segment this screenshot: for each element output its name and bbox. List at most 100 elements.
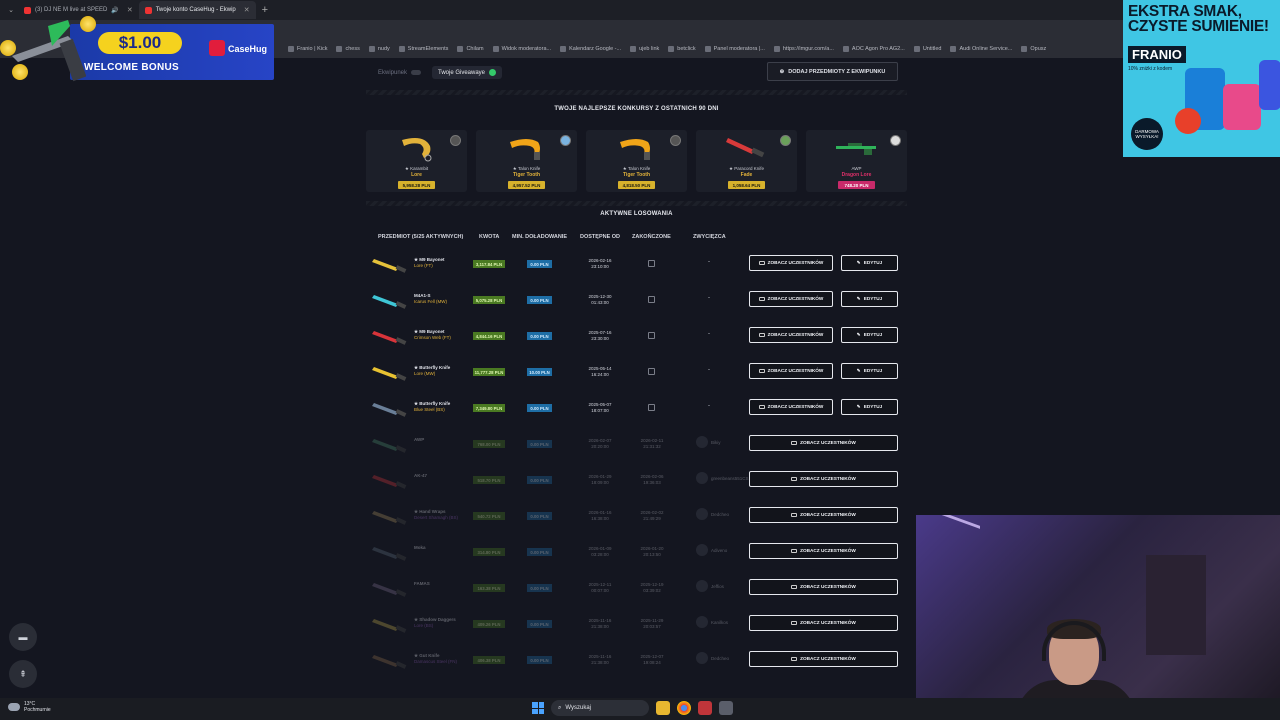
- tab-equipment[interactable]: Ekwipunek: [372, 66, 427, 79]
- bookmark-item[interactable]: Panel moderatora |...: [704, 46, 765, 52]
- item-name: M4A1-S Icarus Fell (MW): [414, 293, 447, 304]
- winner: Kanilkos: [696, 616, 728, 628]
- bookmark-item[interactable]: Widok moderatora...: [492, 46, 551, 52]
- amount-badge: 540.72 PLN: [473, 512, 505, 520]
- winner: -: [708, 367, 710, 373]
- table-header: PRZEDMIOT (5/25 AKTYWNYCH) KWOTA MIN. DO…: [366, 234, 907, 244]
- winner: Adiveno: [696, 544, 727, 556]
- ended-checkbox[interactable]: [648, 368, 655, 375]
- edit-button[interactable]: ✎ EDYTUJ: [841, 255, 898, 271]
- best-contest-card[interactable]: ★ Paracord Knife Fade 1,058.64 PLN: [696, 130, 797, 192]
- karambit-knife-icon: [402, 138, 432, 162]
- avatar: [696, 616, 708, 628]
- neon-light: [920, 515, 980, 596]
- item-name: Moka: [414, 545, 426, 550]
- edit-button[interactable]: ✎ EDYTUJ: [841, 291, 898, 307]
- folder-icon: [457, 46, 464, 52]
- min-deposit-badge: 0.00 PLN: [527, 440, 552, 448]
- bookmark-item[interactable]: chess: [336, 46, 360, 52]
- avatar: [696, 508, 708, 520]
- table-row: ★ Gut Knife Damascus Steel (FN) 406.38 PLN…: [366, 646, 907, 678]
- min-deposit-badge: 0.00 PLN: [527, 548, 552, 556]
- bookmark-item[interactable]: Audi Online Service...: [950, 46, 1012, 52]
- best-item-name: Tiger Tooth: [512, 172, 541, 178]
- users-icon: [758, 297, 765, 301]
- add-items-button[interactable]: ⊕ DODAJ PRZEDMIOTY Z EKWIPUNKU: [767, 62, 898, 81]
- weapon-skin-icon: [372, 331, 407, 345]
- bookmark-item[interactable]: Franio | Kick: [288, 46, 327, 52]
- table-row: Moka 314.80 PLN 0.00 PLN 2026-01-09 03:28:00…: [366, 538, 907, 570]
- file-explorer-icon[interactable]: [656, 701, 670, 715]
- winner: -: [708, 295, 710, 301]
- see-participants-button[interactable]: ZOBACZ UCZESTNIKÓW: [749, 363, 833, 379]
- edit-button[interactable]: ✎ EDYTUJ: [841, 363, 898, 379]
- min-deposit-badge: 0.00 PLN: [527, 404, 552, 412]
- best-contest-card[interactable]: ★ Talon Knife Tiger Tooth 4,818.50 PLN: [586, 130, 687, 192]
- search-icon: ⌕: [558, 704, 562, 711]
- edit-button[interactable]: ✎ EDYTUJ: [841, 327, 898, 343]
- best-contest-card[interactable]: ★ Talon Knife Tiger Tooth 4,957.52 PLN: [476, 130, 577, 192]
- best-item-name: Lore: [411, 172, 422, 178]
- bookmark-item[interactable]: ujeb link: [630, 46, 659, 52]
- ended-checkbox[interactable]: [648, 332, 655, 339]
- avatar: [696, 472, 708, 484]
- edit-button[interactable]: ✎ EDYTUJ: [841, 399, 898, 415]
- best-contest-card[interactable]: AWP Dragon Lore 748.20 PLN: [806, 130, 907, 192]
- bookmark-item[interactable]: Opusz: [1021, 46, 1046, 52]
- windows-start-icon[interactable]: [532, 702, 544, 714]
- item-name: ★ Gut Knife Damascus Steel (FN): [414, 653, 458, 664]
- table-row: ★ Butterfly Knife Blue Steel (BS) 7,349.80…: [366, 394, 907, 426]
- avatar: [780, 135, 791, 146]
- see-participants-button[interactable]: ZOBACZ UCZESTNIKÓW: [749, 327, 833, 343]
- available-from: 2025-05-07 18:07:00: [588, 402, 612, 413]
- see-participants-button[interactable]: ZOBACZ UCZESTNIKÓW: [749, 291, 833, 307]
- webcam-overlay: [916, 515, 1280, 720]
- see-participants-button[interactable]: ZOBACZ UCZESTNIKÓW: [749, 255, 833, 271]
- min-deposit-badge: 0.00 PLN: [527, 656, 552, 664]
- bookmark-item[interactable]: AOC Agon Pro AG2...: [842, 46, 905, 52]
- ended-date: 2026-02-11 21:31:32: [640, 438, 664, 449]
- weather-widget[interactable]: 13°C Pochmurnie: [8, 701, 51, 713]
- best-item-price: 4,818.50 PLN: [618, 181, 655, 189]
- arrow-up-icon: ⇞: [19, 668, 27, 679]
- best-contest-card[interactable]: ★ Karambit Lore 5,958.28 PLN: [366, 130, 467, 192]
- bookmark-icon: [630, 46, 637, 52]
- users-icon: [758, 261, 765, 265]
- divider: [366, 90, 907, 95]
- pencil-icon: ✎: [856, 368, 861, 374]
- tab-giveaways[interactable]: Twoje Giveawaye: [432, 66, 503, 79]
- pencil-icon: ✎: [856, 332, 861, 338]
- ended-checkbox[interactable]: [648, 404, 655, 411]
- divider: [366, 201, 907, 206]
- chat-button[interactable]: ▬: [9, 623, 37, 651]
- bookmark-icon: [950, 46, 957, 52]
- item-name: ★ Shadow Daggers Lore (BS): [414, 617, 456, 628]
- talon-knife-icon: [620, 139, 650, 160]
- winner: -: [708, 331, 710, 337]
- bookmark-item[interactable]: nudy: [368, 46, 390, 52]
- ad-headline: EKSTRA SMAK, CZYSTE SUMIENIE!: [1128, 3, 1269, 35]
- item-name: ★ M9 Bayonet Lore (FT): [414, 257, 445, 268]
- windows-taskbar: 13°C Pochmurnie ⌕ Wyszukaj: [0, 698, 1280, 720]
- bookmark-item[interactable]: betclick: [668, 46, 696, 52]
- product-tub-icon: [1223, 84, 1261, 130]
- bookmark-item[interactable]: Untitled: [913, 46, 941, 52]
- best-item-price: 748.20 PLN: [838, 181, 875, 189]
- column-header: DOSTĘPNE OD: [580, 234, 621, 240]
- ended-checkbox[interactable]: [648, 296, 655, 303]
- ended-checkbox[interactable]: [648, 260, 655, 267]
- bookmark-item[interactable]: https://imgur.com/a...: [773, 46, 834, 52]
- avatar: [696, 580, 708, 592]
- bookmark-item[interactable]: Kalendarz Google -...: [560, 46, 621, 52]
- bookmark-item[interactable]: StreamElements: [398, 46, 448, 52]
- scroll-top-button[interactable]: ⇞: [9, 660, 37, 688]
- bookmark-icon: [773, 46, 780, 52]
- best-item-price: 4,957.52 PLN: [508, 181, 545, 189]
- app-icon[interactable]: [719, 701, 733, 715]
- bookmark-item[interactable]: Chilam: [457, 46, 484, 52]
- chrome-icon[interactable]: [677, 701, 691, 715]
- amount-badge: 409.26 PLN: [473, 620, 505, 628]
- app-icon[interactable]: [698, 701, 712, 715]
- see-participants-button[interactable]: ZOBACZ UCZESTNIKÓW: [749, 399, 833, 415]
- taskbar-search[interactable]: ⌕ Wyszukaj: [551, 700, 649, 716]
